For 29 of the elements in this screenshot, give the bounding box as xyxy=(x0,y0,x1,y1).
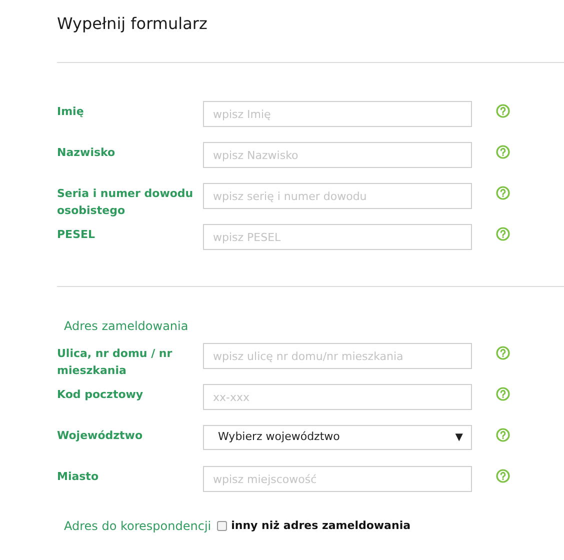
text-field[interactable]: wpisz PESEL xyxy=(203,224,472,250)
section-heading: Adres do korespondencji xyxy=(64,518,212,535)
text-field[interactable]: wpisz ulicę nr domu/nr mieszkania xyxy=(203,343,472,369)
help-icon[interactable] xyxy=(496,469,510,483)
field-label: Miasto xyxy=(57,469,100,485)
help-icon[interactable] xyxy=(496,227,510,241)
checkbox[interactable] xyxy=(217,521,228,531)
text-field[interactable]: wpisz Imię xyxy=(203,101,472,127)
field-label: Imię xyxy=(57,104,85,120)
help-icon[interactable] xyxy=(496,346,510,360)
text-field[interactable]: wpisz serię i numer dowodu xyxy=(203,183,472,209)
text-field[interactable]: wpisz miejscowość xyxy=(203,466,472,492)
section-heading: Adres zameldowania xyxy=(64,318,190,334)
help-icon[interactable] xyxy=(496,145,510,159)
field-label: Ulica, nr domu / nr mieszkania xyxy=(57,346,174,379)
help-icon[interactable] xyxy=(496,186,510,200)
field-label: Kod pocztowy xyxy=(57,387,144,403)
text-field[interactable]: wpisz Nazwisko xyxy=(203,142,472,168)
field-label: PESEL xyxy=(57,227,96,243)
field-label: Nazwisko xyxy=(57,145,116,161)
select-field[interactable]: Wybierz województwo ▼ xyxy=(203,425,472,450)
text-field[interactable]: xx-xxx xyxy=(203,384,472,410)
form-title: Wypełnij formularz xyxy=(57,13,208,35)
checkbox-label: inny niż adres zameldowania xyxy=(231,518,411,534)
field-label: Województwo xyxy=(57,428,144,444)
field-label: Seria i numer dowodu osobistego xyxy=(57,186,194,219)
help-icon[interactable] xyxy=(496,387,510,401)
help-icon[interactable] xyxy=(496,428,510,442)
help-icon[interactable] xyxy=(496,104,510,118)
